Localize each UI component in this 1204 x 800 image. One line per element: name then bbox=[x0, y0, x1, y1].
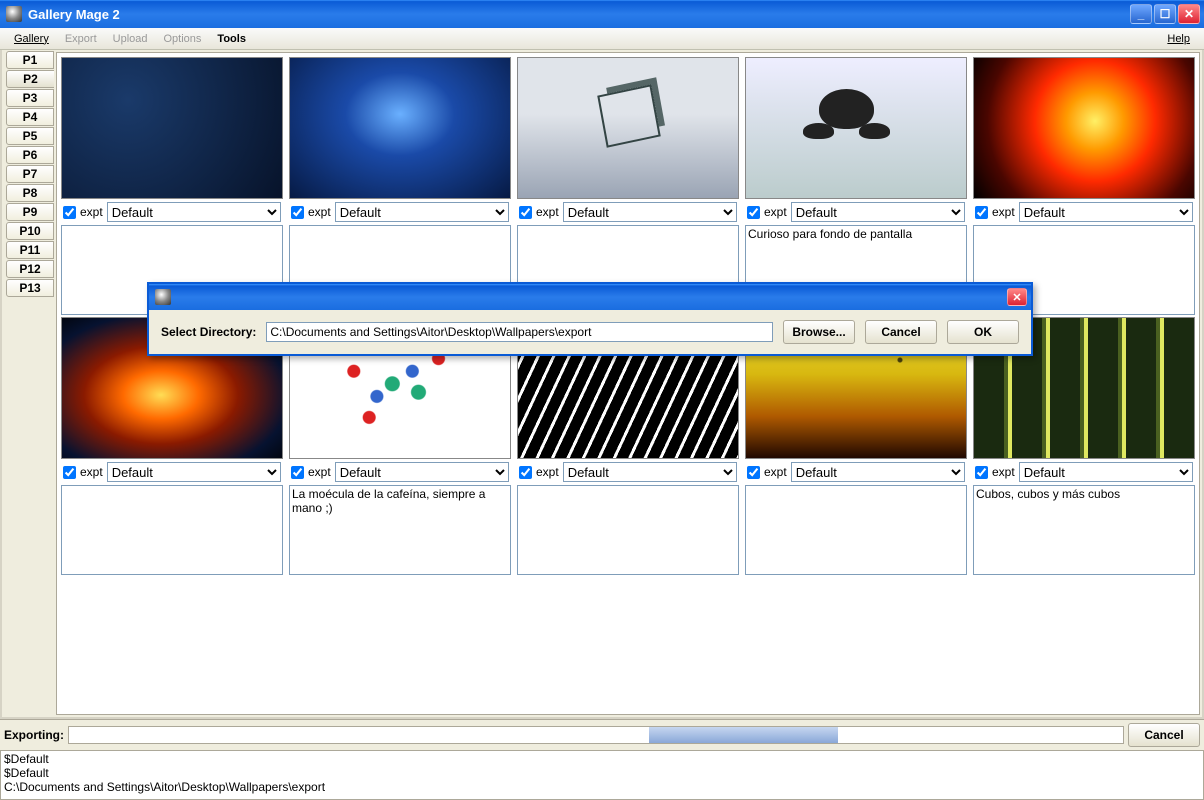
export-label: expt bbox=[764, 205, 787, 219]
select-directory-label: Select Directory: bbox=[161, 325, 256, 339]
category-select[interactable]: Default bbox=[563, 462, 737, 482]
thumbnail[interactable] bbox=[289, 57, 511, 199]
thumb-cell: expt Default bbox=[973, 57, 1195, 315]
workspace: P1 P2 P3 P4 P5 P6 P7 P8 P9 P10 P11 P12 P… bbox=[0, 50, 1204, 719]
maximize-button[interactable]: ☐ bbox=[1154, 4, 1176, 24]
thumbnail[interactable] bbox=[517, 57, 739, 199]
tab-p3[interactable]: P3 bbox=[6, 89, 54, 107]
menu-tools[interactable]: Tools bbox=[209, 31, 254, 47]
export-progress bbox=[68, 726, 1124, 744]
export-label: expt bbox=[80, 465, 103, 479]
thumb-cell: expt Default bbox=[517, 57, 739, 315]
menubar: Gallery Export Upload Options Tools Help bbox=[0, 28, 1204, 50]
thumbnail[interactable] bbox=[745, 57, 967, 199]
minimize-button[interactable]: _ bbox=[1130, 4, 1152, 24]
tab-p7[interactable]: P7 bbox=[6, 165, 54, 183]
progress-bar-fill bbox=[649, 727, 839, 743]
category-select[interactable]: Default bbox=[1019, 462, 1193, 482]
menu-gallery[interactable]: Gallery bbox=[6, 31, 57, 47]
caption-box[interactable] bbox=[517, 485, 739, 575]
export-label: expt bbox=[80, 205, 103, 219]
tab-p5[interactable]: P5 bbox=[6, 127, 54, 145]
category-select[interactable]: Default bbox=[335, 202, 509, 222]
export-label: expt bbox=[536, 205, 559, 219]
tab-p1[interactable]: P1 bbox=[6, 51, 54, 69]
tab-p10[interactable]: P10 bbox=[6, 222, 54, 240]
titlebar: Gallery Mage 2 _ ☐ ✕ bbox=[0, 0, 1204, 28]
status-area: Exporting: Cancel $Default $Default C:\D… bbox=[0, 719, 1204, 800]
category-select[interactable]: Default bbox=[335, 462, 509, 482]
tab-p12[interactable]: P12 bbox=[6, 260, 54, 278]
tab-p8[interactable]: P8 bbox=[6, 184, 54, 202]
thumb-cell: expt Default bbox=[61, 57, 283, 315]
export-label: expt bbox=[992, 205, 1015, 219]
menu-options[interactable]: Options bbox=[156, 31, 210, 47]
export-label: expt bbox=[992, 465, 1015, 479]
log-line: $Default bbox=[4, 766, 1200, 780]
thumb-cell: expt Default bbox=[289, 57, 511, 315]
export-checkbox[interactable] bbox=[975, 466, 988, 479]
caption-box[interactable] bbox=[745, 485, 967, 575]
thumbnail[interactable] bbox=[61, 57, 283, 199]
export-checkbox[interactable] bbox=[63, 206, 76, 219]
app-icon bbox=[6, 6, 22, 22]
dialog-ok-button[interactable]: OK bbox=[947, 320, 1019, 344]
export-label: expt bbox=[308, 205, 331, 219]
category-select[interactable]: Default bbox=[107, 202, 281, 222]
tab-p2[interactable]: P2 bbox=[6, 70, 54, 88]
thumbnail[interactable] bbox=[973, 57, 1195, 199]
tab-p13[interactable]: P13 bbox=[6, 279, 54, 297]
menu-export[interactable]: Export bbox=[57, 31, 105, 47]
gallery-area: expt Default expt Default expt bbox=[56, 52, 1200, 715]
browse-button[interactable]: Browse... bbox=[783, 320, 855, 344]
caption-box[interactable]: Cubos, cubos y más cubos bbox=[973, 485, 1195, 575]
menu-help[interactable]: Help bbox=[1159, 31, 1198, 47]
tab-p4[interactable]: P4 bbox=[6, 108, 54, 126]
exporting-label: Exporting: bbox=[4, 728, 64, 742]
export-checkbox[interactable] bbox=[747, 466, 760, 479]
gallery-row-1: expt Default expt Default expt bbox=[61, 57, 1195, 315]
tab-p6[interactable]: P6 bbox=[6, 146, 54, 164]
tab-p9[interactable]: P9 bbox=[6, 203, 54, 221]
export-checkbox[interactable] bbox=[747, 206, 760, 219]
category-select[interactable]: Default bbox=[791, 462, 965, 482]
category-select[interactable]: Default bbox=[107, 462, 281, 482]
dialog-cancel-button[interactable]: Cancel bbox=[865, 320, 937, 344]
export-checkbox[interactable] bbox=[63, 466, 76, 479]
window-title: Gallery Mage 2 bbox=[28, 7, 1130, 22]
export-cancel-button[interactable]: Cancel bbox=[1128, 723, 1200, 747]
directory-path-input[interactable] bbox=[266, 322, 773, 342]
caption-box[interactable] bbox=[61, 485, 283, 575]
menu-upload[interactable]: Upload bbox=[105, 31, 156, 47]
export-label: expt bbox=[536, 465, 559, 479]
dialog-close-button[interactable]: ✕ bbox=[1007, 288, 1027, 306]
select-directory-dialog: ✕ Select Directory: Browse... Cancel OK bbox=[147, 282, 1033, 356]
dialog-icon bbox=[155, 289, 171, 305]
category-select[interactable]: Default bbox=[791, 202, 965, 222]
export-checkbox[interactable] bbox=[975, 206, 988, 219]
category-select[interactable]: Default bbox=[563, 202, 737, 222]
export-checkbox[interactable] bbox=[519, 206, 532, 219]
log-output[interactable]: $Default $Default C:\Documents and Setti… bbox=[0, 750, 1204, 800]
export-label: expt bbox=[308, 465, 331, 479]
export-checkbox[interactable] bbox=[291, 206, 304, 219]
thumb-cell: expt Default Curioso para fondo de panta… bbox=[745, 57, 967, 315]
caption-box[interactable]: La moécula de la cafeína, siempre a mano… bbox=[289, 485, 511, 575]
log-line: C:\Documents and Settings\Aitor\Desktop\… bbox=[4, 780, 1200, 794]
category-select[interactable]: Default bbox=[1019, 202, 1193, 222]
close-button[interactable]: ✕ bbox=[1178, 4, 1200, 24]
export-label: expt bbox=[764, 465, 787, 479]
tab-p11[interactable]: P11 bbox=[6, 241, 54, 259]
log-line: $Default bbox=[4, 752, 1200, 766]
page-tabs: P1 P2 P3 P4 P5 P6 P7 P8 P9 P10 P11 P12 P… bbox=[2, 50, 54, 717]
export-checkbox[interactable] bbox=[519, 466, 532, 479]
export-checkbox[interactable] bbox=[291, 466, 304, 479]
